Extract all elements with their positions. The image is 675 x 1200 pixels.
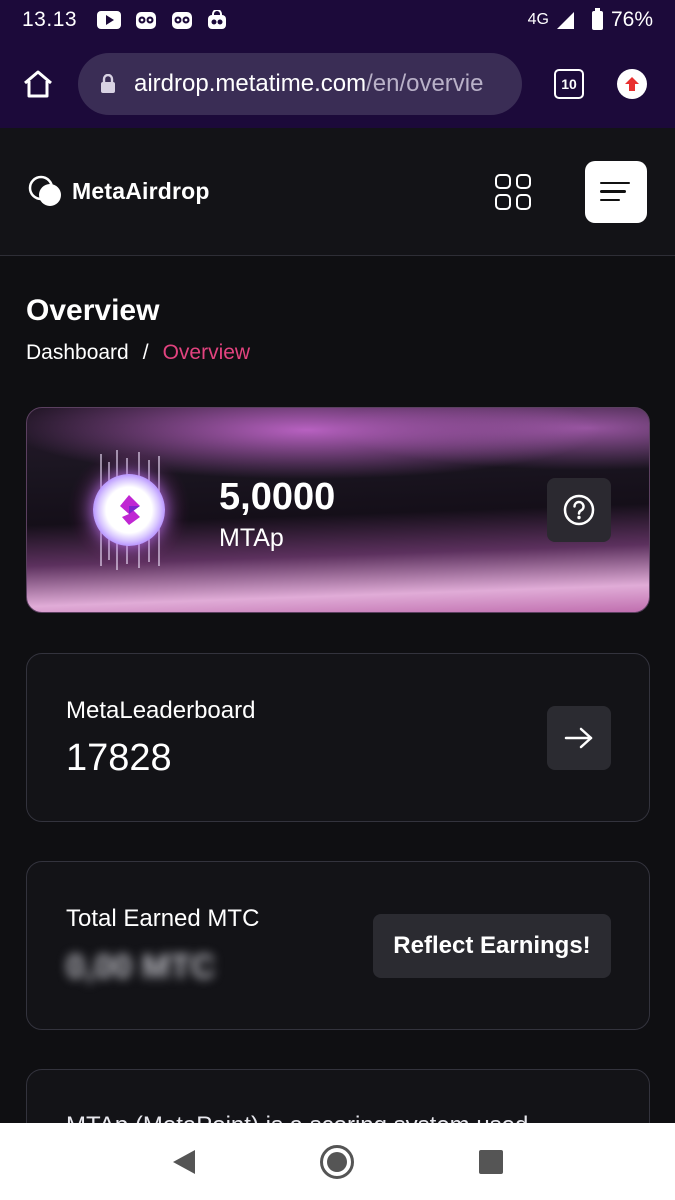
menu-line xyxy=(600,181,630,185)
signal-icon xyxy=(556,11,574,29)
leaderboard-open-button[interactable] xyxy=(547,706,611,770)
leaderboard-card: MetaLeaderboard 17828 xyxy=(26,653,650,822)
home-circle-icon[interactable] xyxy=(319,1144,354,1179)
home-dot xyxy=(326,1151,347,1172)
total-earned-value: 0,00 MTC xyxy=(66,948,216,986)
status-bar: 13.13 4G 76% xyxy=(0,0,675,40)
mtap-medal-icon xyxy=(67,448,191,572)
arrow-right-icon xyxy=(564,727,593,749)
breadcrumb-separator: / xyxy=(142,341,149,364)
points-help-button[interactable] xyxy=(547,478,611,542)
leaderboard-label: MetaLeaderboard xyxy=(66,697,256,724)
bag-icon xyxy=(208,10,227,29)
grid-cell-icon xyxy=(515,173,531,189)
browser-home-button[interactable] xyxy=(18,64,58,104)
medal-coin xyxy=(93,474,165,546)
metatime-logo-icon xyxy=(120,495,140,525)
site-logo[interactable]: MetaAirdrop xyxy=(28,175,210,209)
tab-switcher-button[interactable]: 10 xyxy=(554,69,584,99)
youtube-icon xyxy=(97,11,122,29)
grid-cell-icon xyxy=(495,194,511,210)
breadcrumb-current: Overview xyxy=(162,341,251,364)
breadcrumb-dashboard-link[interactable]: Dashboard xyxy=(26,341,129,365)
leaderboard-rank-value: 17828 xyxy=(66,737,172,779)
grid-cell-icon xyxy=(515,194,531,210)
reflect-earnings-button[interactable]: Reflect Earnings! xyxy=(373,914,611,978)
back-icon[interactable] xyxy=(172,1149,195,1174)
network-type: 4G xyxy=(527,11,549,28)
mtap-points-value: 5,0000 xyxy=(219,476,336,518)
browser-update-button[interactable] xyxy=(617,69,647,99)
home-icon xyxy=(24,70,52,98)
total-earned-label: Total Earned MTC xyxy=(66,905,260,932)
breadcrumb: Dashboard / Overview xyxy=(26,341,250,365)
update-arrow-icon xyxy=(625,77,639,91)
menu-line xyxy=(600,190,626,193)
browser-toolbar: airdrop.metatime.com/en/overvie 10 xyxy=(0,40,675,128)
owl-icon xyxy=(172,12,193,29)
battery-icon xyxy=(591,7,603,30)
status-right: 4G 76% xyxy=(527,7,653,32)
grid-cell-icon xyxy=(495,173,511,189)
lock-icon xyxy=(101,74,115,93)
hamburger-menu-button[interactable] xyxy=(585,160,647,223)
logo-text: MetaAirdrop xyxy=(72,178,210,204)
notification-icons xyxy=(97,10,227,30)
apps-grid-button[interactable] xyxy=(495,173,531,210)
total-earned-card: Total Earned MTC 0,00 MTC Reflect Earnin… xyxy=(26,861,650,1030)
mtap-points-unit: MTAp xyxy=(219,524,284,552)
page-title: Overview xyxy=(26,294,160,327)
status-time: 13.13 xyxy=(22,8,78,31)
battery-percent: 76% xyxy=(610,8,653,31)
url-path: /en/overvie xyxy=(366,70,484,97)
recents-icon[interactable] xyxy=(478,1149,503,1174)
url-domain: airdrop.metatime.com xyxy=(134,70,367,97)
menu-line xyxy=(600,198,620,202)
site-header: MetaAirdrop xyxy=(0,128,675,256)
mtap-points-card: 5,0000 MTAp xyxy=(26,407,650,613)
metaairdrop-logo-icon xyxy=(28,175,61,206)
question-circle-icon xyxy=(563,494,595,526)
system-navigation-bar xyxy=(0,1123,675,1200)
owl-icon xyxy=(136,12,157,29)
address-bar[interactable]: airdrop.metatime.com/en/overvie xyxy=(78,53,522,115)
